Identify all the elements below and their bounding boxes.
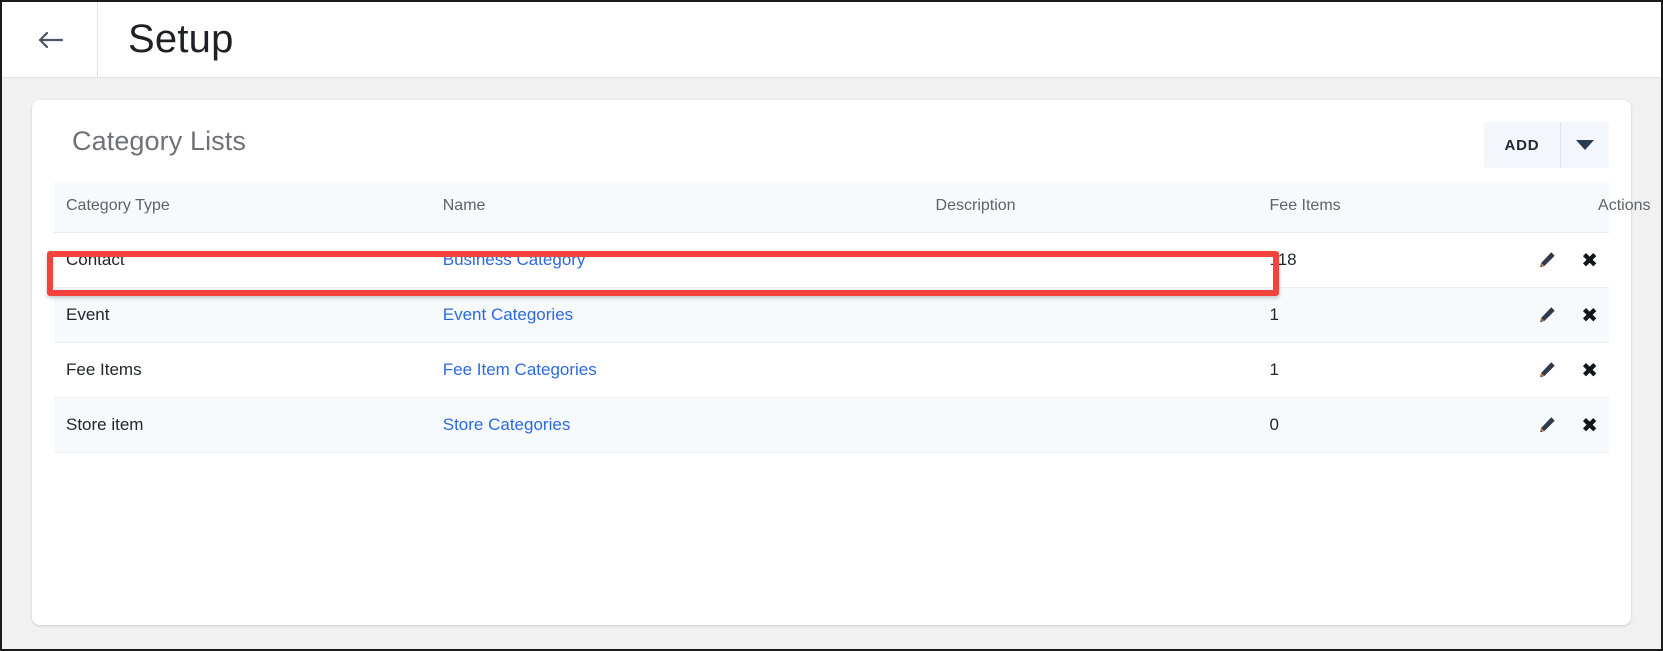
cell-name: Event Categories <box>443 287 936 342</box>
row-actions: ✖ <box>1598 249 1602 271</box>
card-header: Category Lists ADD <box>54 100 1609 182</box>
category-link[interactable]: Store Categories <box>443 415 571 434</box>
cell-description <box>936 287 1270 342</box>
category-table-wrapper: Category Type Name Description Fee Items… <box>54 182 1609 453</box>
cell-name: Fee Item Categories <box>443 342 936 397</box>
cell-actions: ✖ <box>1598 232 1609 287</box>
pencil-icon[interactable] <box>1537 304 1557 326</box>
cell-name: Business Category <box>443 232 936 287</box>
category-lists-card: Category Lists ADD Category Type Name <box>32 100 1631 625</box>
cell-description <box>936 397 1270 452</box>
app-window: Setup Category Lists ADD Categor <box>0 0 1663 651</box>
close-x-icon[interactable]: ✖ <box>1581 304 1598 326</box>
card-title: Category Lists <box>54 126 246 157</box>
close-x-icon[interactable]: ✖ <box>1581 249 1598 271</box>
category-link[interactable]: Fee Item Categories <box>443 360 597 379</box>
cell-category-type: Fee Items <box>54 342 443 397</box>
add-button[interactable]: ADD <box>1484 122 1560 168</box>
cell-actions: ✖ <box>1598 287 1609 342</box>
add-button-group: ADD <box>1484 122 1609 168</box>
pencil-icon[interactable] <box>1537 359 1557 381</box>
cell-name: Store Categories <box>443 397 936 452</box>
row-actions: ✖ <box>1598 414 1602 436</box>
table-row: Contact Business Category 118 <box>54 232 1609 287</box>
table-head: Category Type Name Description Fee Items… <box>54 182 1609 232</box>
table-body: Contact Business Category 118 <box>54 232 1609 452</box>
cell-description <box>936 232 1270 287</box>
table-row: Fee Items Fee Item Categories 1 <box>54 342 1609 397</box>
cell-category-type: Contact <box>54 232 443 287</box>
cell-category-type: Store item <box>54 397 443 452</box>
column-header-actions: Actions <box>1598 182 1609 232</box>
table-row: Event Event Categories 1 <box>54 287 1609 342</box>
content-area: Category Lists ADD Category Type Name <box>2 78 1661 649</box>
column-header-category-type[interactable]: Category Type <box>54 182 443 232</box>
cell-actions: ✖ <box>1598 397 1609 452</box>
add-dropdown-button[interactable] <box>1561 122 1609 168</box>
cell-category-type: Event <box>54 287 443 342</box>
table-header-row: Category Type Name Description Fee Items… <box>54 182 1609 232</box>
page-title: Setup <box>98 2 234 77</box>
category-link[interactable]: Business Category <box>443 250 586 269</box>
arrow-left-icon <box>35 27 65 53</box>
column-header-description[interactable]: Description <box>936 182 1270 232</box>
category-link[interactable]: Event Categories <box>443 305 573 324</box>
table-row: Store item Store Categories 0 <box>54 397 1609 452</box>
close-x-icon[interactable]: ✖ <box>1581 359 1598 381</box>
category-table: Category Type Name Description Fee Items… <box>54 182 1609 453</box>
cell-description <box>936 342 1270 397</box>
chevron-down-icon <box>1576 140 1594 150</box>
close-x-icon[interactable]: ✖ <box>1581 414 1598 436</box>
pencil-icon[interactable] <box>1537 249 1557 271</box>
row-actions: ✖ <box>1598 359 1602 381</box>
row-actions: ✖ <box>1598 304 1602 326</box>
column-header-fee-items[interactable]: Fee Items <box>1270 182 1599 232</box>
back-button[interactable] <box>2 2 98 77</box>
cell-actions: ✖ <box>1598 342 1609 397</box>
pencil-icon[interactable] <box>1537 414 1557 436</box>
column-header-name[interactable]: Name <box>443 182 936 232</box>
top-bar: Setup <box>2 2 1661 78</box>
